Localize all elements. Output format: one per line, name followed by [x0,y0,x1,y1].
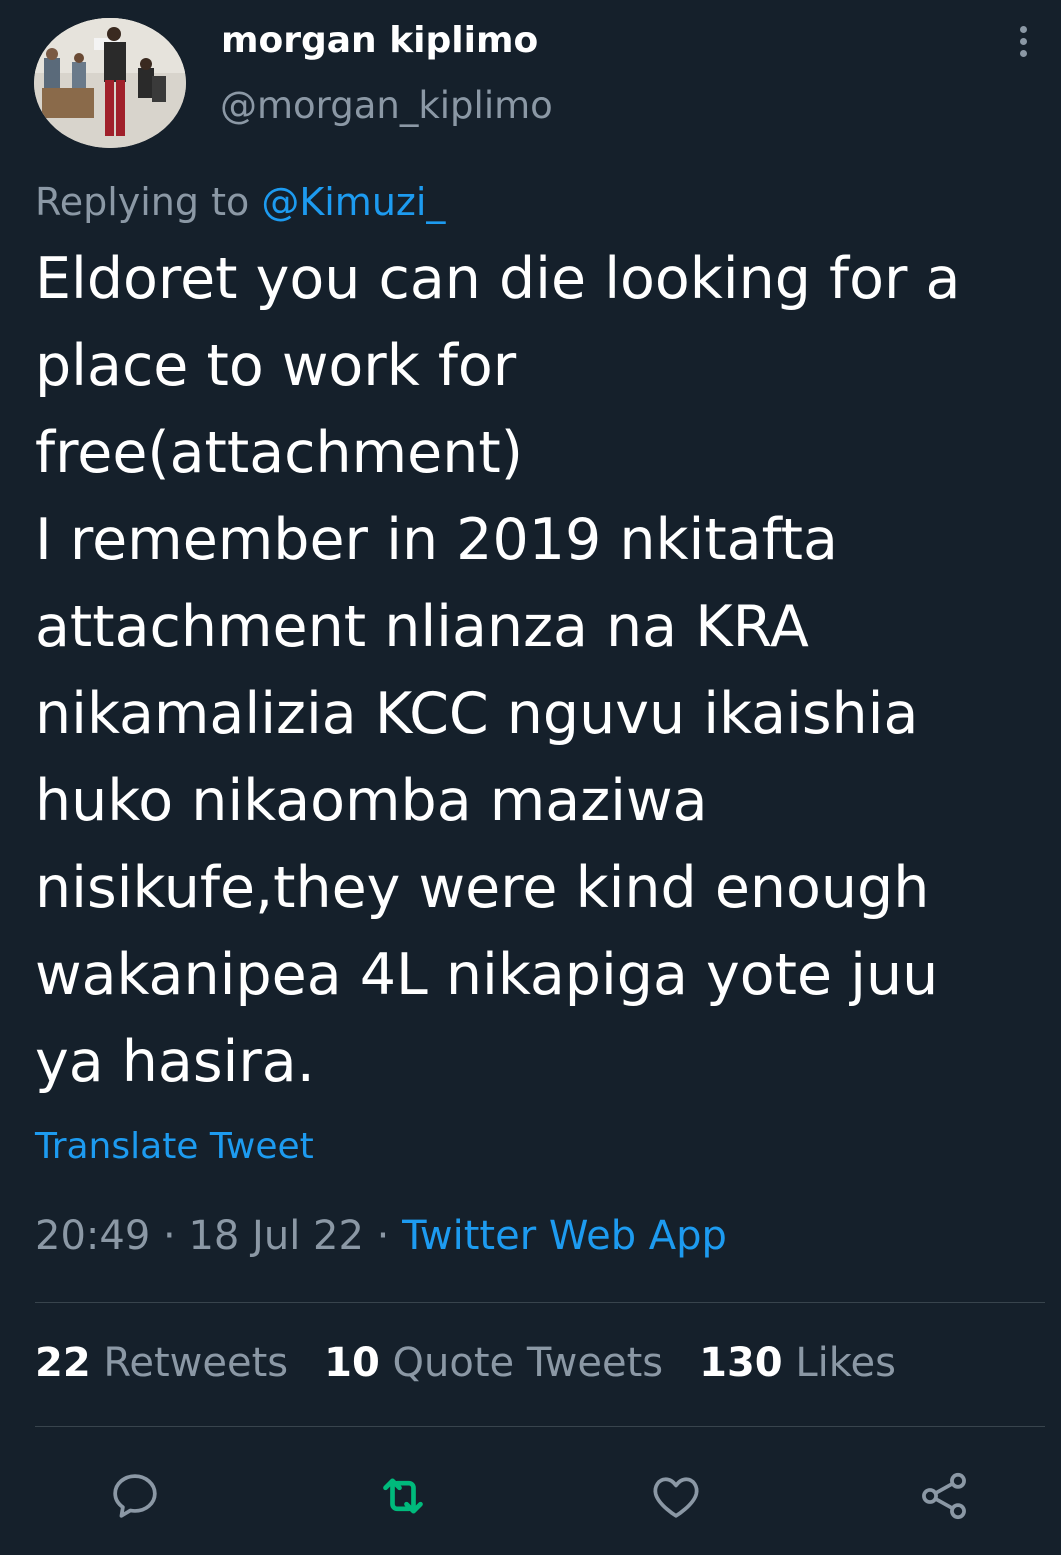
retweets-label: Retweets [103,1340,289,1386]
tweet-text: Eldoret you can die looking for a place … [35,236,1035,1106]
divider [35,1426,1045,1427]
retweets-stat[interactable]: 22 Retweets [35,1340,288,1386]
tweet-line: wakanipea 4L nikapiga yote juu [35,942,939,1008]
share-button[interactable] [914,1466,974,1526]
quote-tweets-stat[interactable]: 10 Quote Tweets [324,1340,663,1386]
quotes-count: 10 [324,1340,380,1386]
tweet-line: free(attachment) [35,420,523,486]
display-name[interactable]: morgan kiplimo [221,20,538,61]
meta-separator: · [363,1213,403,1259]
share-icon [922,1472,966,1520]
replying-to-handle[interactable]: @Kimuzi_ [261,180,445,224]
tweet-line: nisikufe,they were kind enough [35,855,930,921]
meta-separator: · [150,1213,189,1259]
tweet-line: ya hasira. [35,1029,315,1095]
avatar-photo [34,18,186,148]
tweet-date[interactable]: 18 Jul 22 [188,1213,364,1259]
retweets-count: 22 [35,1340,91,1386]
avatar[interactable] [34,18,186,148]
likes-count: 130 [699,1340,783,1386]
tweet-source[interactable]: Twitter Web App [402,1213,727,1259]
like-icon [653,1477,699,1518]
translate-tweet-link[interactable]: Translate Tweet [35,1126,314,1167]
user-handle[interactable]: @morgan_kiplimo [220,84,553,127]
tweet-time[interactable]: 20:49 [35,1213,150,1259]
reply-icon [113,1474,157,1518]
replying-to-label: Replying to [35,180,250,224]
divider [35,1302,1045,1303]
like-button[interactable] [646,1466,706,1526]
retweet-button[interactable] [373,1466,433,1526]
more-icon[interactable] [1005,20,1041,62]
reply-button[interactable] [105,1466,165,1526]
replying-to: Replying to @Kimuzi_ [35,180,445,224]
likes-stat[interactable]: 130 Likes [699,1340,896,1386]
likes-label: Likes [795,1340,896,1386]
tweet-line: Eldoret you can die looking for a [35,246,961,312]
retweet-icon [383,1478,423,1514]
quotes-label: Quote Tweets [392,1340,664,1386]
tweet-line: nikamalizia KCC nguvu ikaishia [35,681,919,747]
tweet-line: I remember in 2019 nkitafta [35,507,838,573]
tweet-stats: 22 Retweets 10 Quote Tweets 130 Likes [35,1340,896,1386]
tweet-line: huko nikaomba maziwa [35,768,708,834]
tweet-meta: 20:49 · 18 Jul 22 · Twitter Web App [35,1213,727,1259]
tweet-line: place to work for [35,333,517,399]
tweet-line: attachment nlianza na KRA [35,594,809,660]
